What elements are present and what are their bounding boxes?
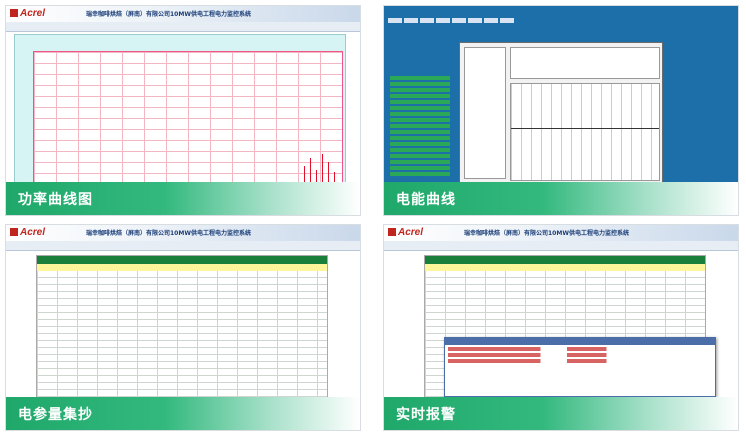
caption-bar: 功率曲线图 (6, 182, 360, 215)
scada-background (384, 6, 738, 188)
energy-curve-screenshot (384, 6, 738, 188)
card-parameter-reading[interactable]: Acrel 瑞幸咖啡烘焙（屏南）有限公司10MW供电工程电力监控系统 电参量集抄 (5, 224, 361, 431)
curve-spike (328, 162, 329, 184)
acrel-logo: Acrel (10, 227, 45, 238)
acrel-logo: Acrel (10, 8, 45, 19)
app-header: Acrel 瑞幸咖啡烘焙（屏南）有限公司10MW供电工程电力监控系统 (384, 225, 738, 242)
energy-dialog (459, 42, 663, 184)
caption-bar: 电参量集抄 (6, 397, 360, 430)
power-chart (14, 34, 346, 188)
caption-bar: 实时报警 (384, 397, 738, 430)
toolbar (6, 241, 360, 251)
app-title: 瑞幸咖啡烘焙（屏南）有限公司10MW供电工程电力监控系统 (464, 230, 629, 237)
toolbar (384, 241, 738, 251)
curve-spike (322, 154, 323, 184)
card-caption: 电参量集抄 (18, 407, 93, 423)
card-realtime-alarm[interactable]: Acrel 瑞幸咖啡烘焙（屏南）有限公司10MW供电工程电力监控系统 实时报警 (383, 224, 739, 431)
card-caption: 实时报警 (396, 407, 456, 423)
toolbar (6, 22, 360, 32)
curve-spike (310, 158, 311, 184)
chart-grid (33, 51, 343, 185)
app-title: 瑞幸咖啡烘焙（屏南）有限公司10MW供电工程电力监控系统 (86, 11, 251, 18)
menu-tabs (388, 8, 538, 23)
parameter-table (36, 255, 328, 407)
card-caption: 电能曲线 (396, 192, 456, 208)
power-curve-screenshot: Acrel 瑞幸咖啡烘焙（屏南）有限公司10MW供电工程电力监控系统 (6, 6, 360, 188)
app-title: 瑞幸咖啡烘焙（屏南）有限公司10MW供电工程电力监控系统 (86, 230, 251, 237)
caption-bar: 电能曲线 (384, 182, 738, 215)
card-power-curve[interactable]: Acrel 瑞幸咖啡烘焙（屏南）有限公司10MW供电工程电力监控系统 功率曲线图 (5, 5, 361, 216)
alarm-screenshot: Acrel 瑞幸咖啡烘焙（屏南）有限公司10MW供电工程电力监控系统 (384, 225, 738, 407)
app-header: Acrel 瑞幸咖啡烘焙（屏南）有限公司10MW供电工程电力监控系统 (6, 225, 360, 242)
alarm-popup (444, 337, 716, 397)
parameter-screenshot: Acrel 瑞幸咖啡烘焙（屏南）有限公司10MW供电工程电力监控系统 (6, 225, 360, 407)
card-caption: 功率曲线图 (18, 192, 93, 208)
acrel-logo: Acrel (388, 227, 423, 238)
app-header: Acrel 瑞幸咖啡烘焙（屏南）有限公司10MW供电工程电力监控系统 (6, 6, 360, 23)
card-energy-curve[interactable]: 电能曲线 (383, 5, 739, 216)
